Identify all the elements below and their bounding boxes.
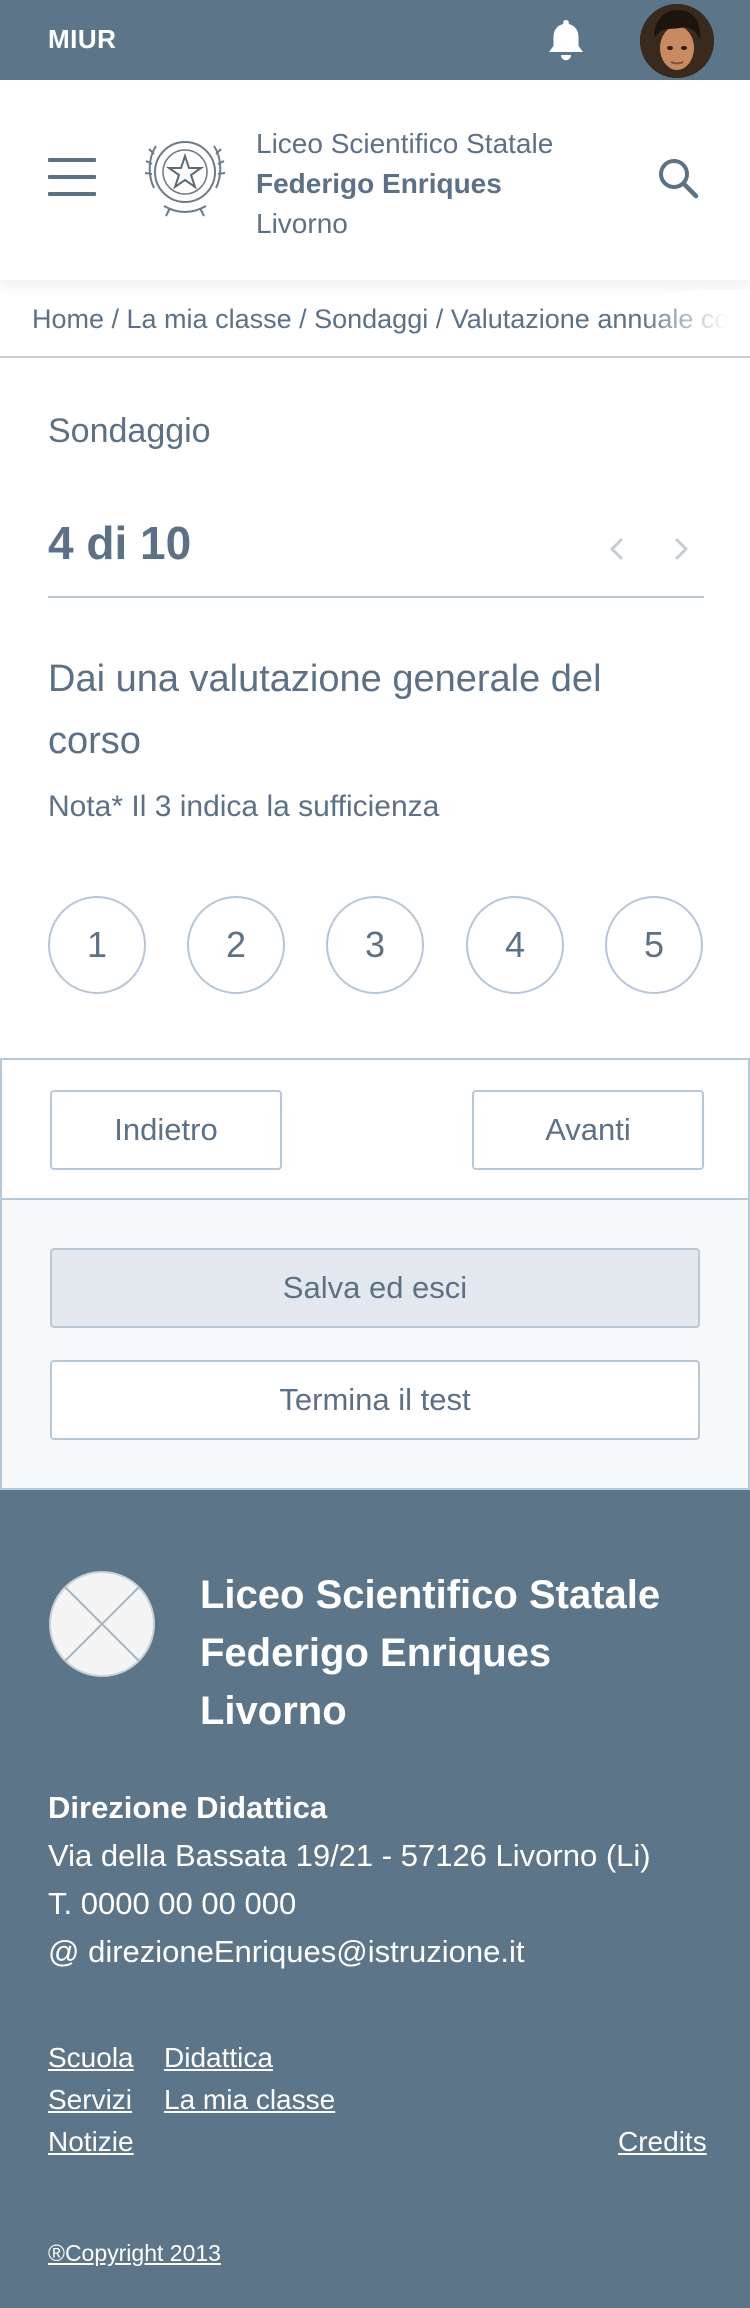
question-navigation-panel: Indietro Avanti <box>0 1058 750 1200</box>
breadcrumb-fade <box>640 290 750 356</box>
footer-direction-title: Direzione Didattica <box>48 1790 328 1825</box>
footer-link-servizi[interactable]: Servizi <box>48 2084 132 2116</box>
breadcrumb: Home / La mia classe / Sondaggi / Valuta… <box>0 290 750 358</box>
school-name-line3: Livorno <box>256 208 348 239</box>
footer-email[interactable]: @ direzioneEnriques@istruzione.it <box>48 1934 525 1970</box>
question-text: Dai una valutazione generale del corso <box>48 658 602 762</box>
footer-school-name: Liceo Scientifico Statale Federigo Enriq… <box>200 1566 660 1740</box>
test-actions-panel: Salva ed esci Termina il test <box>0 1200 750 1490</box>
placeholder-logo-icon <box>49 1571 155 1677</box>
school-name[interactable]: Liceo Scientifico Statale Federigo Enriq… <box>256 124 553 244</box>
footer-school-line1: Liceo Scientifico Statale <box>200 1573 661 1617</box>
miur-brand[interactable]: MIUR <box>48 24 116 55</box>
back-button[interactable]: Indietro <box>50 1090 282 1170</box>
hamburger-menu-icon[interactable] <box>48 158 96 196</box>
divider <box>48 596 704 598</box>
search-icon[interactable] <box>656 156 700 200</box>
footer-phone: T. 0000 00 00 000 <box>48 1886 297 1921</box>
school-name-line2: Federigo Enriques <box>256 168 502 199</box>
site-header: Liceo Scientifico Statale Federigo Enriq… <box>0 80 750 280</box>
footer-copyright[interactable]: ®Copyright 2013 <box>48 2240 221 2267</box>
footer-school-line2: Federigo Enriques <box>200 1631 552 1675</box>
rating-option-3[interactable]: 3 <box>326 896 424 994</box>
site-footer: Liceo Scientifico Statale Federigo Enriq… <box>0 1490 750 2308</box>
footer-link-scuola[interactable]: Scuola <box>48 2042 134 2074</box>
next-button[interactable]: Avanti <box>472 1090 704 1170</box>
rating-option-1[interactable]: 1 <box>48 896 146 994</box>
footer-link-notizie[interactable]: Notizie <box>48 2126 134 2158</box>
rating-options: 1 2 3 4 5 <box>48 896 704 996</box>
rating-option-4[interactable]: 4 <box>466 896 564 994</box>
finish-test-button[interactable]: Termina il test <box>50 1360 700 1440</box>
survey-label: Sondaggio <box>48 412 211 450</box>
footer-link-la-mia-classe[interactable]: La mia classe <box>164 2084 335 2116</box>
bell-icon[interactable] <box>540 14 592 66</box>
question-note: Nota* Il 3 indica la sufficienza <box>48 790 440 823</box>
footer-school-line3: Livorno <box>200 1689 347 1733</box>
user-avatar[interactable] <box>640 4 714 78</box>
save-and-exit-button[interactable]: Salva ed esci <box>50 1248 700 1328</box>
footer-address: Via della Bassata 19/21 - 57126 Livorno … <box>48 1838 651 1873</box>
footer-link-credits[interactable]: Credits <box>618 2126 707 2158</box>
footer-link-didattica[interactable]: Didattica <box>164 2042 273 2074</box>
chevron-right-icon[interactable] <box>664 532 698 566</box>
rating-option-2[interactable]: 2 <box>187 896 285 994</box>
top-bar: MIUR <box>0 0 750 80</box>
rating-option-5[interactable]: 5 <box>605 896 703 994</box>
chevron-left-icon[interactable] <box>600 532 634 566</box>
school-name-line1: Liceo Scientifico Statale <box>256 128 554 159</box>
question-counter: 4 di 10 <box>48 517 192 569</box>
italian-republic-emblem <box>144 141 226 217</box>
